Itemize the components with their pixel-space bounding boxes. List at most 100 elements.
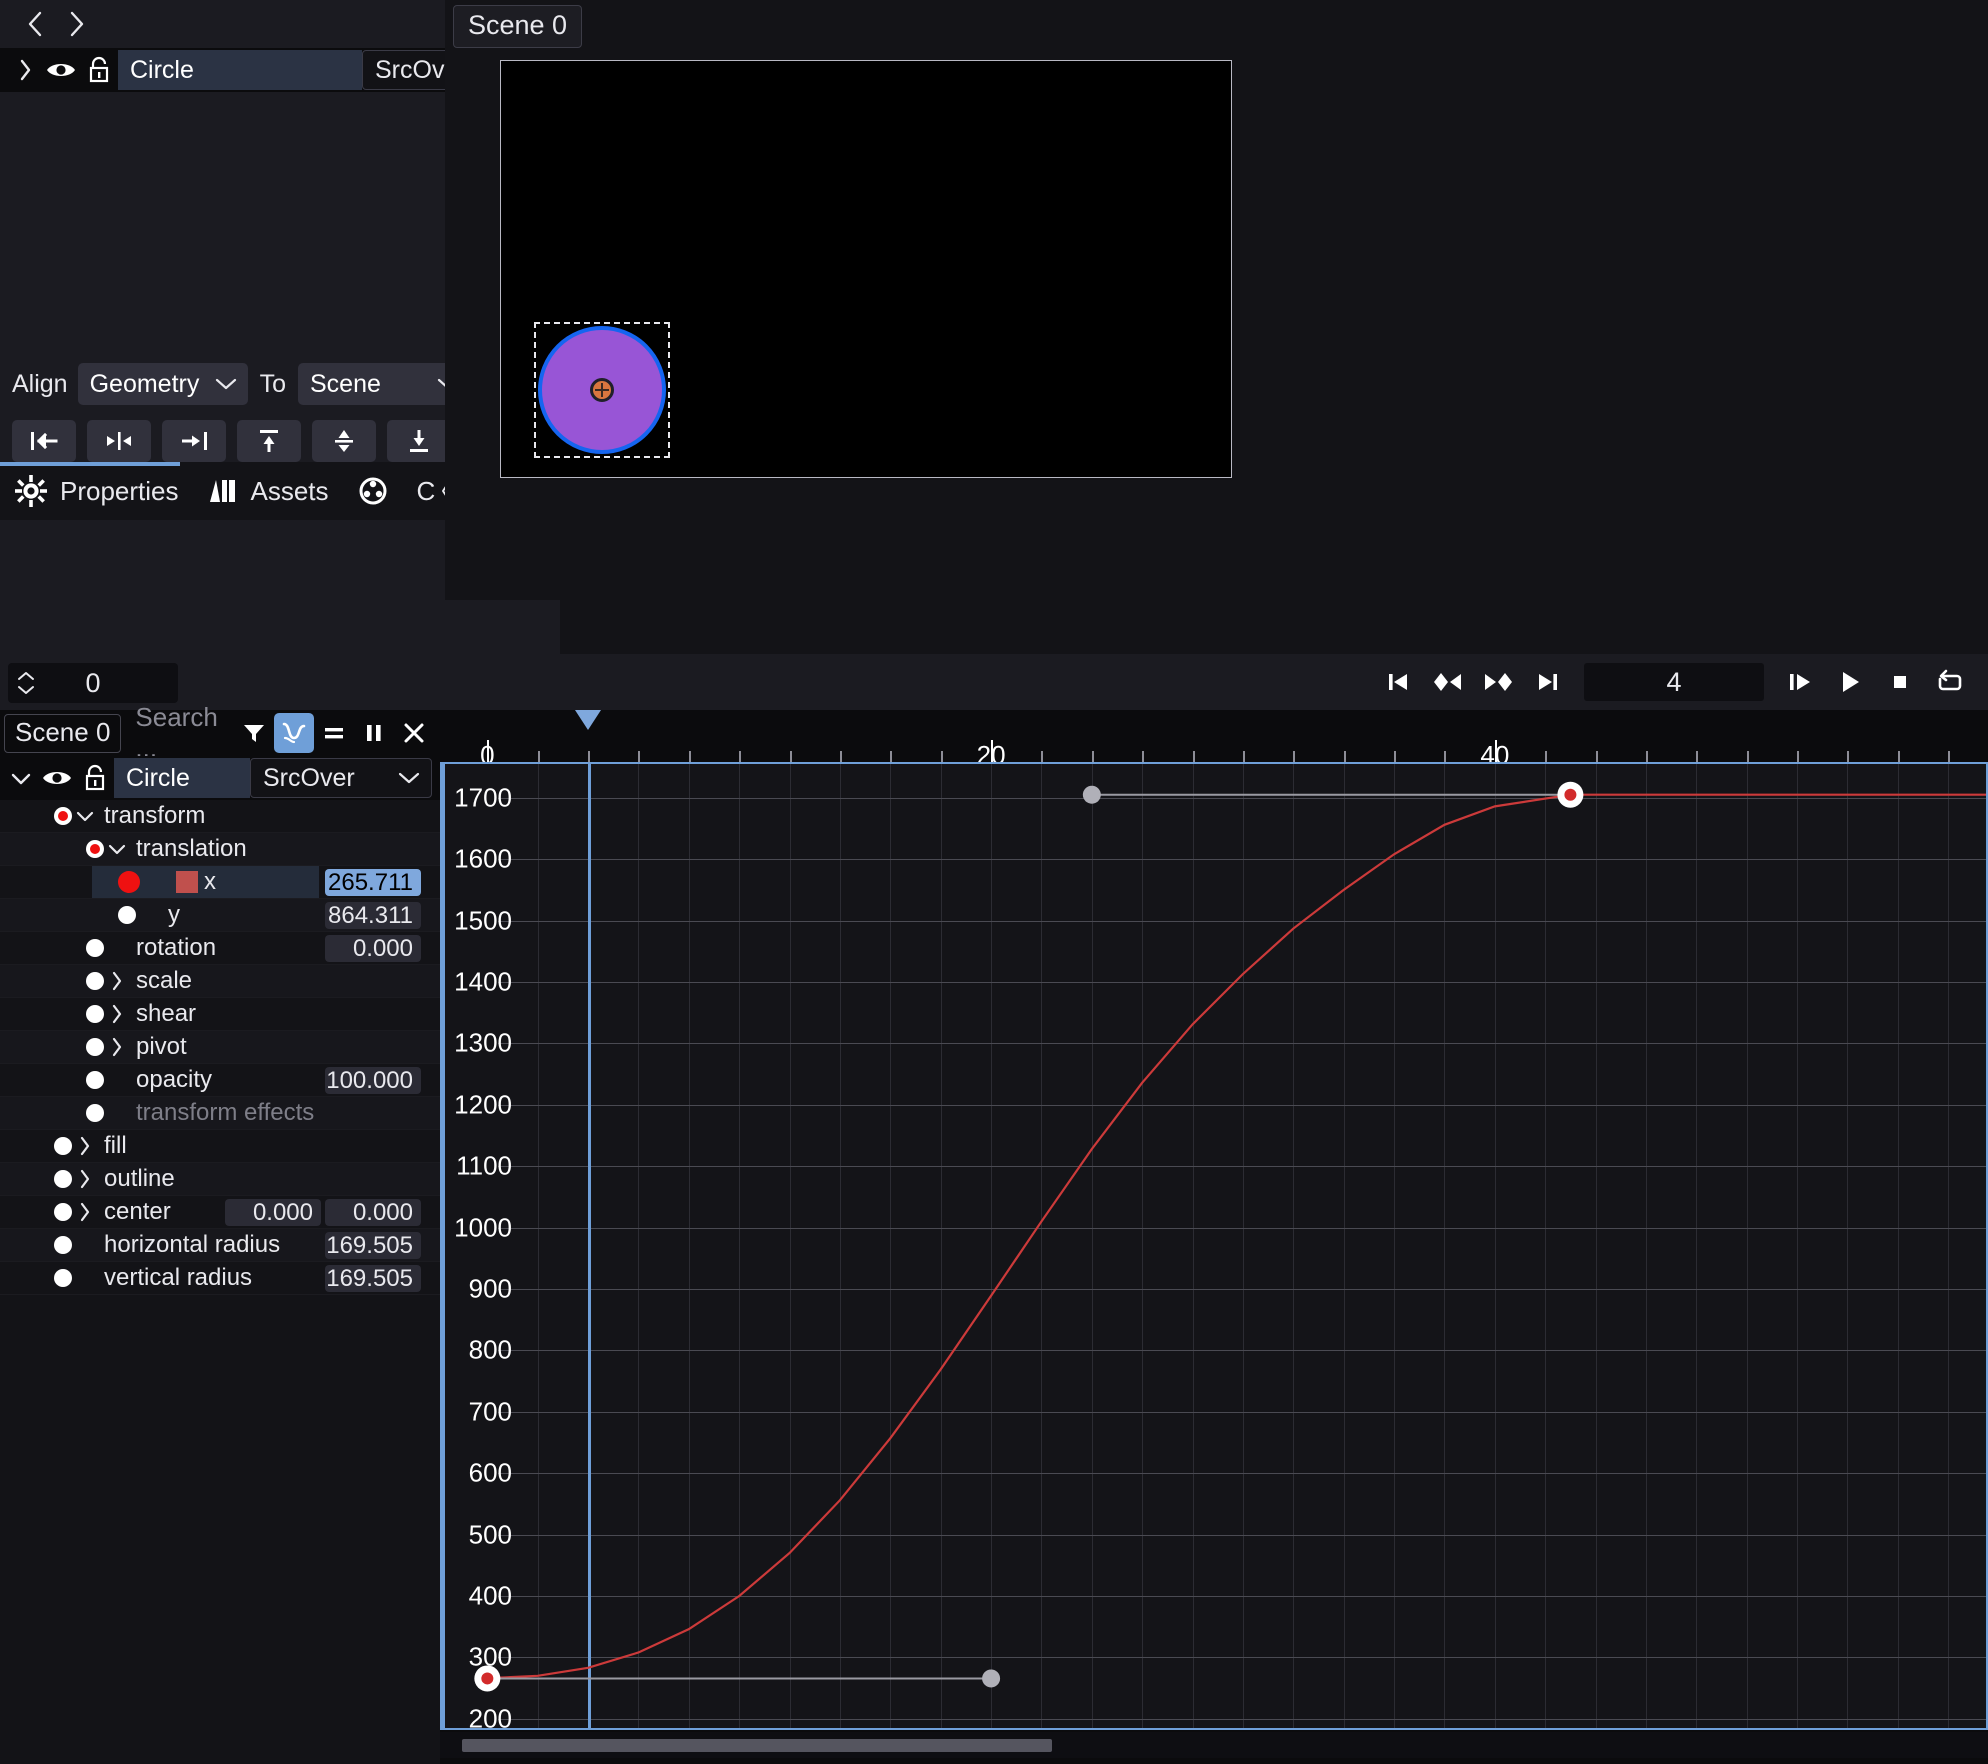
keyframe-toggle-dot[interactable] <box>86 1005 104 1023</box>
chevron-right-icon[interactable] <box>72 1201 98 1223</box>
property-row-pivot[interactable]: pivot <box>0 1031 440 1064</box>
horizontal-scrollbar-thumb[interactable] <box>462 1739 1052 1752</box>
previous-keyframe-button[interactable] <box>1426 660 1470 704</box>
property-row-y[interactable]: y 864.311 <box>0 899 440 932</box>
close-button[interactable] <box>394 713 434 753</box>
keyframe-toggle-dot[interactable] <box>86 1104 104 1122</box>
tree-expand-icon[interactable] <box>4 756 38 800</box>
align-bottom-button[interactable] <box>387 420 451 462</box>
keyframe-toggle-dot[interactable] <box>54 1236 72 1254</box>
next-keyframe-button[interactable] <box>1476 660 1520 704</box>
playhead-handle[interactable] <box>575 710 602 730</box>
loop-button[interactable] <box>1928 660 1972 704</box>
keyframe-toggle-dot[interactable] <box>86 840 104 858</box>
tab-c[interactable]: C <box>403 462 438 520</box>
align-top-button[interactable] <box>237 420 301 462</box>
keyframe-toggle-dot[interactable] <box>118 906 136 924</box>
property-row-scale[interactable]: scale <box>0 965 440 998</box>
keyframe-toggle-dot[interactable] <box>86 939 104 957</box>
property-value-field[interactable]: 0.000 <box>325 1199 421 1226</box>
chevron-right-icon[interactable] <box>104 970 130 992</box>
dope-sheet-button[interactable] <box>314 713 354 753</box>
property-row-opacity[interactable]: opacity 100.000 <box>0 1064 440 1097</box>
step-forward-button[interactable] <box>1778 660 1822 704</box>
timeline-scene-chip[interactable]: Scene 0 <box>4 713 122 753</box>
property-value-field[interactable]: 864.311 <box>325 902 421 929</box>
property-row-transform[interactable]: transform <box>0 800 440 833</box>
timeline-ruler[interactable]: 0 20 40 <box>440 710 1988 770</box>
tab-properties[interactable]: Properties <box>0 462 193 520</box>
layer-name-field[interactable]: Circle <box>118 50 362 90</box>
property-row-rotation[interactable]: rotation 0.000 <box>0 932 440 965</box>
tree-layer-name-field[interactable]: Circle <box>114 758 250 798</box>
chevron-right-icon[interactable] <box>104 1036 130 1058</box>
nav-back-button[interactable] <box>14 3 56 45</box>
eye-icon[interactable] <box>38 756 76 800</box>
frame-spinner[interactable]: 0 <box>8 663 178 703</box>
property-row-shear[interactable]: shear <box>0 998 440 1031</box>
align-horizontal-center-button[interactable] <box>87 420 151 462</box>
property-row-center[interactable]: center 0.000 0.000 <box>0 1196 440 1229</box>
animation-curve-path[interactable] <box>487 793 1986 1680</box>
unlock-icon[interactable] <box>80 48 118 92</box>
horizontal-scrollbar[interactable] <box>440 1732 1988 1758</box>
keyframe-toggle-dot[interactable] <box>54 1203 72 1221</box>
keyframe-toggle-dot[interactable] <box>54 807 72 825</box>
frame-spinner-value[interactable]: 0 <box>36 668 178 699</box>
chevron-down-icon[interactable] <box>104 841 130 857</box>
property-value-field[interactable]: 0.000 <box>225 1199 321 1226</box>
canvas-viewport[interactable]: Scene 0 <box>445 0 1988 600</box>
current-frame-field[interactable]: 4 <box>1584 663 1764 701</box>
pause-button[interactable] <box>354 713 394 753</box>
graph-plot-area[interactable]: 200 300 400 500 600 700 800 900 1000 1100 1200 1300… <box>440 762 1988 1733</box>
search-input[interactable]: Search ... <box>121 702 234 764</box>
align-vertical-center-button[interactable] <box>312 420 376 462</box>
tangent-handle-point[interactable] <box>1082 785 1101 804</box>
filter-button[interactable] <box>234 713 274 753</box>
play-button[interactable] <box>1828 660 1872 704</box>
scene-tab[interactable]: Scene 0 <box>453 5 583 48</box>
align-left-button[interactable] <box>12 420 76 462</box>
property-value-field[interactable]: 100.000 <box>325 1067 421 1094</box>
unlock-icon[interactable] <box>76 756 114 800</box>
tab-film[interactable] <box>343 462 403 520</box>
property-row-translation[interactable]: translation <box>0 833 440 866</box>
stop-button[interactable] <box>1878 660 1922 704</box>
go-to-start-button[interactable] <box>1376 660 1420 704</box>
keyframe-toggle-dot[interactable] <box>54 1137 72 1155</box>
go-to-end-button[interactable] <box>1526 660 1570 704</box>
keyframe-toggle-dot[interactable] <box>86 1071 104 1089</box>
keyframe-toggle-dot[interactable] <box>86 1038 104 1056</box>
property-row-fill[interactable]: fill <box>0 1130 440 1163</box>
curve-editor-button[interactable] <box>274 713 314 753</box>
property-value-field[interactable]: 0.000 <box>325 935 421 962</box>
chevron-down-icon[interactable] <box>72 808 98 824</box>
chevron-right-icon[interactable] <box>72 1135 98 1157</box>
align-right-button[interactable] <box>162 420 226 462</box>
property-value-field[interactable]: 265.711 <box>325 869 421 896</box>
property-row-x[interactable]: x 265.711 <box>0 866 440 899</box>
property-row-horizontal-radius[interactable]: horizontal radius 169.505 <box>0 1229 440 1262</box>
layer-expand-icon[interactable] <box>8 48 42 92</box>
keyframe-toggle-dot[interactable] <box>118 871 140 893</box>
chevron-right-icon[interactable] <box>72 1168 98 1190</box>
curve-color-swatch[interactable] <box>176 871 198 893</box>
spinner-arrows[interactable] <box>16 670 36 696</box>
pivot-marker-icon[interactable] <box>590 378 614 402</box>
property-row-vertical-radius[interactable]: vertical radius 169.505 <box>0 1262 440 1295</box>
curve-graph-editor[interactable]: 0 20 40 200 300 400 500 600 700 800 900 1000 1100 12… <box>440 710 1988 1764</box>
keyframe-toggle-dot[interactable] <box>54 1170 72 1188</box>
keyframe-toggle-dot[interactable] <box>54 1269 72 1287</box>
nav-forward-button[interactable] <box>56 3 98 45</box>
tab-assets[interactable]: Assets <box>193 462 343 520</box>
canvas-stage[interactable] <box>500 60 1232 478</box>
keyframe-toggle-dot[interactable] <box>86 972 104 990</box>
property-value-field[interactable]: 169.505 <box>325 1265 421 1292</box>
tangent-handle-point[interactable] <box>982 1669 1001 1688</box>
property-value-field[interactable]: 169.505 <box>325 1232 421 1259</box>
animation-curve-layer[interactable] <box>442 764 1986 1728</box>
property-row-transform-effects[interactable]: transform effects <box>0 1097 440 1130</box>
eye-icon[interactable] <box>42 48 80 92</box>
property-row-outline[interactable]: outline <box>0 1163 440 1196</box>
align-mode-select[interactable]: Geometry <box>77 363 248 405</box>
